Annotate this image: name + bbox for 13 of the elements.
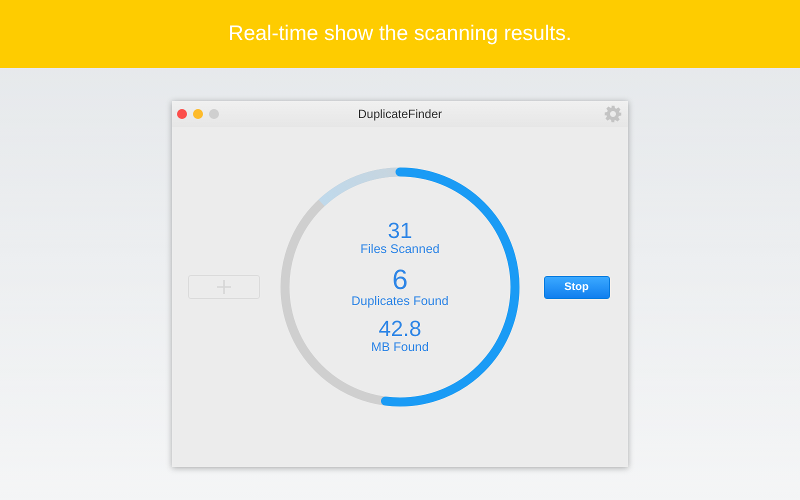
stat-label: Duplicates Found bbox=[351, 294, 449, 308]
zoom-button[interactable] bbox=[209, 109, 219, 119]
stat-value: 42.8 bbox=[378, 318, 422, 340]
banner-title: Real-time show the scanning results. bbox=[228, 22, 572, 46]
stat-value: 31 bbox=[388, 220, 412, 242]
stop-button[interactable]: Stop bbox=[544, 276, 610, 298]
stat-label: MB Found bbox=[371, 340, 429, 354]
window-title: DuplicateFinder bbox=[358, 107, 442, 121]
settings-icon[interactable] bbox=[604, 105, 622, 123]
minimize-button[interactable] bbox=[193, 109, 203, 119]
stat-value: 6 bbox=[392, 266, 408, 294]
stat-label: Files Scanned bbox=[360, 242, 440, 256]
close-button[interactable] bbox=[177, 109, 187, 119]
